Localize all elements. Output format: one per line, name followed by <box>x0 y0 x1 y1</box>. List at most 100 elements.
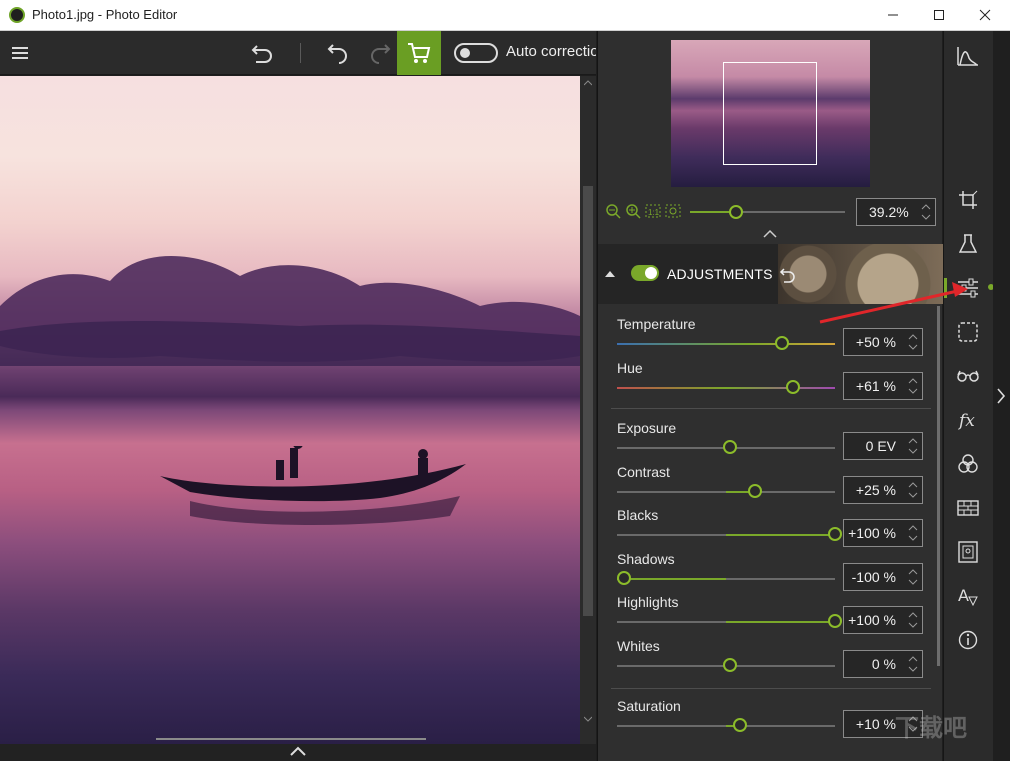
adjustment-slider-track[interactable] <box>617 387 835 389</box>
watermark: 下载吧 <box>895 715 967 742</box>
canvas-horizontal-scroll[interactable] <box>156 738 426 740</box>
adjustment-slider-track[interactable] <box>617 343 835 345</box>
spinner-icon[interactable] <box>908 567 918 587</box>
collapse-navigator-icon[interactable] <box>763 229 777 238</box>
adjustment-value: +25 % <box>855 482 896 498</box>
close-button[interactable] <box>962 0 1008 30</box>
adjustments-tool-button[interactable] <box>952 272 984 304</box>
adjustment-value-input[interactable]: +25 % <box>843 476 923 504</box>
adjustment-label: Highlights <box>617 594 679 610</box>
effects-button[interactable]: fx <box>952 404 984 436</box>
text-button[interactable]: A <box>952 580 984 612</box>
zoom-in-icon <box>626 204 641 219</box>
adjustment-label: Whites <box>617 638 660 654</box>
adjustment-slider-knob[interactable] <box>785 380 800 394</box>
spinner-icon[interactable] <box>908 332 918 352</box>
window-title: Photo1.jpg - Photo Editor <box>32 7 178 22</box>
section-divider <box>611 408 931 409</box>
scroll-up-icon <box>584 80 592 86</box>
photo-canvas[interactable] <box>0 76 580 744</box>
menu-button[interactable] <box>4 37 36 69</box>
frame-icon <box>958 541 978 563</box>
adjustment-slider-knob[interactable] <box>722 440 737 454</box>
navigator-viewport[interactable] <box>723 62 817 165</box>
adjustment-value-input[interactable]: +61 % <box>843 372 923 400</box>
selection-button[interactable] <box>952 316 984 348</box>
adjustment-value-input[interactable]: 0 EV <box>843 432 923 460</box>
maximize-icon <box>934 10 944 20</box>
redo-button[interactable] <box>364 37 396 69</box>
zoom-value: 39.2% <box>869 204 909 220</box>
zoom-tools: 1:1 <box>606 204 681 219</box>
title-bar: Photo1.jpg - Photo Editor <box>0 0 1010 31</box>
hamburger-icon <box>12 47 28 59</box>
undo-icon <box>327 44 347 64</box>
adjustment-value: +100 % <box>848 612 896 628</box>
revert-button[interactable] <box>246 37 278 69</box>
adjustment-value: +10 % <box>855 716 896 732</box>
undo-button[interactable] <box>322 37 354 69</box>
selection-icon <box>958 322 978 342</box>
sidebar-expander[interactable] <box>993 31 1010 761</box>
adjustment-slider-knob[interactable] <box>828 527 842 541</box>
color-button[interactable] <box>952 448 984 480</box>
adjustment-value: 0 EV <box>865 438 896 454</box>
color-circles-icon <box>958 454 978 473</box>
zoom-out-icon <box>606 204 621 219</box>
adjustment-label: Exposure <box>617 420 677 436</box>
crop-button[interactable] <box>952 184 984 216</box>
flask-icon <box>959 234 977 253</box>
histogram-button[interactable] <box>952 40 984 72</box>
lab-button[interactable] <box>952 228 984 260</box>
spinner-icon[interactable] <box>908 654 918 674</box>
spinner-icon[interactable] <box>908 480 918 500</box>
adjustment-value: +61 % <box>855 378 896 394</box>
adjustment-slider-knob[interactable] <box>722 658 737 672</box>
fx-icon: fx <box>957 411 975 430</box>
reset-adjustments-icon[interactable] <box>779 266 797 284</box>
store-button[interactable] <box>397 31 441 75</box>
adjustment-slider-knob[interactable] <box>828 614 842 628</box>
adjustments-toggle[interactable] <box>631 265 659 281</box>
section-divider <box>611 688 931 689</box>
histogram-icon <box>957 47 978 66</box>
adjustment-value-input[interactable]: +100 % <box>843 606 923 634</box>
chevron-right-icon <box>997 388 1006 404</box>
svg-text:1:1: 1:1 <box>648 208 660 217</box>
spinner-icon[interactable] <box>908 376 918 396</box>
cloud-layer <box>0 256 580 366</box>
spinner-icon[interactable] <box>908 436 918 456</box>
zoom-input[interactable]: 39.2% <box>856 198 936 226</box>
adjustment-value-input[interactable]: -100 % <box>843 563 923 591</box>
panel-scrollbar[interactable] <box>937 306 940 666</box>
spinner-icon[interactable] <box>908 610 918 630</box>
canvas-scroll-thumb[interactable] <box>583 186 593 616</box>
active-tool-indicator <box>944 278 947 298</box>
spinner-icon[interactable] <box>921 202 931 222</box>
red-eye-button[interactable] <box>952 360 984 392</box>
boat-silhouette <box>160 446 466 525</box>
adjustment-value-input[interactable]: +50 % <box>843 328 923 356</box>
collapse-section-icon[interactable] <box>605 270 615 278</box>
adjustment-value-input[interactable]: +100 % <box>843 519 923 547</box>
zoom-slider-knob[interactable] <box>729 205 743 219</box>
texture-button[interactable] <box>952 492 984 524</box>
minimize-button[interactable] <box>870 0 916 30</box>
info-button[interactable] <box>952 624 984 656</box>
text-shapes-icon: A <box>958 586 978 607</box>
info-icon <box>958 630 978 650</box>
adjustment-label: Shadows <box>617 551 675 567</box>
maximize-button[interactable] <box>916 0 962 30</box>
adjustment-slider-knob[interactable] <box>617 571 631 585</box>
auto-correction-toggle[interactable] <box>454 43 498 63</box>
adjustment-value-input[interactable]: 0 % <box>843 650 923 678</box>
adjustment-slider-knob[interactable] <box>747 484 762 498</box>
spinner-icon[interactable] <box>908 523 918 543</box>
auto-correction-label: Auto correctio <box>506 43 596 60</box>
cart-icon <box>408 43 431 63</box>
frame-button[interactable] <box>952 536 984 568</box>
minimize-icon <box>888 14 898 16</box>
adjustment-label: Temperature <box>617 316 696 332</box>
expand-filmstrip-icon[interactable] <box>290 746 306 756</box>
adjustment-slider-knob[interactable] <box>733 718 748 732</box>
